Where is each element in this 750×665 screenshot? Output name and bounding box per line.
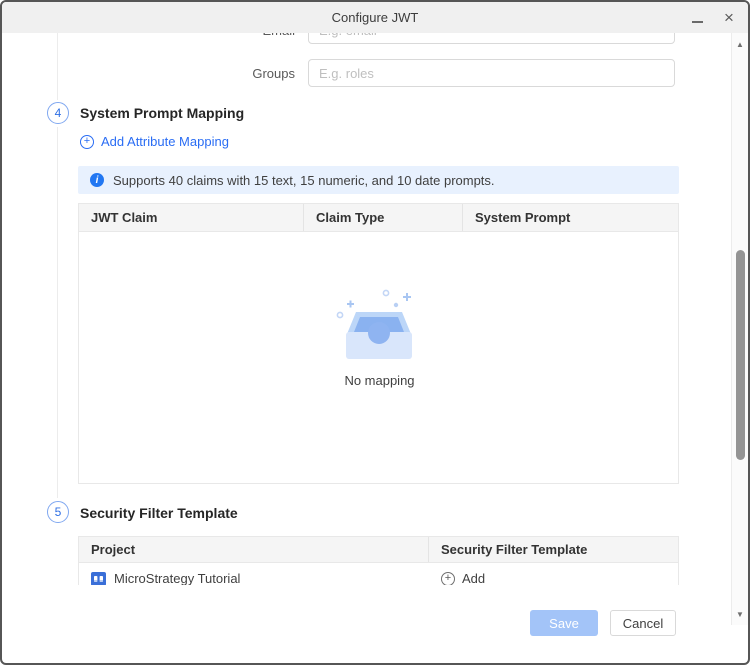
claim-mapping-table-header: JWT Claim Claim Type System Prompt	[79, 204, 678, 232]
window-controls: ×	[686, 2, 740, 33]
dialog-scroll-area: Email Groups 4 System Prompt Mapping + A…	[2, 33, 731, 585]
minimize-button[interactable]	[686, 7, 708, 29]
dialog-content: Email Groups 4 System Prompt Mapping + A…	[2, 33, 731, 585]
configure-jwt-dialog: Configure JWT × Email Groups 4	[0, 0, 750, 665]
add-security-filter-label: Add	[462, 571, 485, 585]
info-banner: i Supports 40 claims with 15 text, 15 nu…	[78, 166, 679, 194]
plus-circle-icon: +	[441, 572, 455, 586]
scroll-down-arrow-icon[interactable]: ▼	[732, 606, 748, 622]
column-header-project: Project	[79, 537, 429, 562]
add-attribute-mapping-link[interactable]: + Add Attribute Mapping	[80, 134, 229, 149]
project-cell: MicroStrategy Tutorial	[79, 563, 429, 585]
empty-state-text: No mapping	[79, 373, 680, 388]
email-field-label: Email	[200, 33, 295, 38]
section-5-title: Security Filter Template	[80, 505, 238, 521]
project-icon	[91, 572, 106, 586]
step-connector-line-middle	[57, 127, 58, 498]
column-header-system-prompt: System Prompt	[463, 204, 678, 231]
close-button[interactable]: ×	[718, 7, 740, 29]
cancel-button[interactable]: Cancel	[610, 610, 676, 636]
security-filter-table-header: Project Security Filter Template	[79, 537, 678, 563]
security-filter-table: Project Security Filter Template MicroSt…	[78, 536, 679, 585]
email-field[interactable]	[308, 33, 675, 44]
scroll-up-arrow-icon[interactable]: ▲	[732, 36, 748, 52]
groups-field-label: Groups	[200, 66, 295, 81]
groups-field[interactable]	[308, 59, 675, 87]
minimize-icon	[692, 21, 703, 23]
plus-circle-icon: +	[80, 135, 94, 149]
dialog-title: Configure JWT	[332, 10, 419, 25]
info-icon: i	[90, 173, 104, 187]
step-connector-line-top	[57, 33, 58, 100]
info-banner-text: Supports 40 claims with 15 text, 15 nume…	[113, 173, 495, 188]
section-4-title: System Prompt Mapping	[80, 105, 244, 121]
step-5-number: 5	[55, 505, 62, 519]
add-attribute-mapping-label: Add Attribute Mapping	[101, 134, 229, 149]
step-5-indicator: 5	[47, 501, 69, 523]
vertical-scrollbar[interactable]: ▲ ▼	[731, 33, 748, 625]
step-4-indicator: 4	[47, 102, 69, 124]
save-button[interactable]: Save	[530, 610, 598, 636]
empty-state-illustration	[333, 288, 425, 368]
empty-tray-icon	[333, 288, 425, 368]
close-icon: ×	[724, 9, 734, 26]
security-filter-cell: + Add	[429, 563, 678, 585]
project-name: MicroStrategy Tutorial	[114, 571, 240, 585]
column-header-claim-type: Claim Type	[304, 204, 463, 231]
step-4-number: 4	[55, 106, 62, 120]
column-header-security-filter-template: Security Filter Template	[429, 537, 678, 562]
table-row: MicroStrategy Tutorial + Add	[79, 563, 678, 585]
claim-mapping-table: JWT Claim Claim Type System Prompt	[78, 203, 679, 484]
column-header-jwt-claim: JWT Claim	[79, 204, 304, 231]
titlebar[interactable]: Configure JWT ×	[2, 2, 748, 33]
add-security-filter-link[interactable]: + Add	[441, 571, 485, 585]
scrollbar-thumb[interactable]	[736, 250, 745, 460]
